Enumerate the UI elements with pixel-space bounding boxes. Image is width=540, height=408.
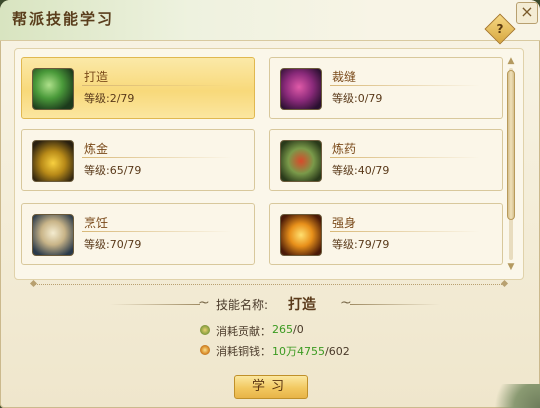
name-underline (330, 85, 480, 86)
window-title: 帮派技能学习 (12, 10, 115, 28)
copper-coin-icon (200, 345, 210, 355)
skill-card-pharmacy[interactable]: 炼药 等级:40/79 (269, 129, 503, 191)
dumpling-steamer-icon (32, 214, 74, 256)
skill-name: 烹饪 (84, 216, 109, 230)
contribution-label: 消耗贡献： (216, 325, 271, 338)
contribution-value: 265/0 (272, 323, 304, 336)
flourish-right (350, 304, 440, 305)
learn-button[interactable]: 学习 (234, 375, 308, 399)
skill-name-label: 技能名称: (216, 298, 269, 312)
selected-skill-name: 打造 (288, 297, 316, 313)
skill-name: 强身 (332, 216, 357, 230)
skill-level: 等级:79/79 (332, 238, 390, 251)
skill-level: 等级:65/79 (84, 164, 142, 177)
herbal-medicine-icon (280, 140, 322, 182)
name-underline (330, 157, 480, 158)
name-underline (82, 85, 232, 86)
corner-decoration (480, 384, 540, 408)
guild-skill-window: 帮派技能学习 × ? 打造 等级:2/79 裁缝 等级:0/79 炼金 等级:6… (0, 0, 540, 408)
skill-card-cooking[interactable]: 烹饪 等级:70/79 (21, 203, 255, 265)
skill-name: 炼药 (332, 142, 357, 156)
name-underline (82, 231, 232, 232)
skill-level: 等级:2/79 (84, 92, 135, 105)
name-underline (330, 231, 480, 232)
skill-name: 裁缝 (332, 70, 357, 84)
skill-level: 等级:0/79 (332, 92, 383, 105)
skill-list-scrollbar[interactable]: ▲ ▼ (506, 56, 516, 272)
skill-level: 等级:70/79 (84, 238, 142, 251)
fiery-strength-icon (280, 214, 322, 256)
skill-list: 打造 等级:2/79 裁缝 等级:0/79 炼金 等级:65/79 炼药 等级:… (14, 48, 524, 280)
scroll-down-arrow-icon[interactable]: ▼ (506, 262, 516, 272)
skill-name: 打造 (84, 70, 109, 84)
forging-hammer-icon (32, 68, 74, 110)
money-value: 10万4755/602 (272, 345, 350, 358)
section-divider (34, 284, 504, 286)
skill-name: 炼金 (84, 142, 109, 156)
close-button[interactable]: × (516, 2, 538, 24)
scroll-thumb[interactable] (507, 70, 515, 220)
skill-card-alchemy[interactable]: 炼金 等级:65/79 (21, 129, 255, 191)
curl-right-ornament: ~ (340, 295, 352, 311)
question-icon: ? (496, 22, 504, 36)
alchemy-flask-icon (32, 140, 74, 182)
sewing-thread-icon (280, 68, 322, 110)
contribution-badge-icon (200, 325, 210, 335)
skill-card-forging[interactable]: 打造 等级:2/79 (21, 57, 255, 119)
title-bar: 帮派技能学习 (0, 0, 540, 41)
curl-left-ornament: ~ (198, 295, 210, 311)
money-label: 消耗铜钱： (216, 345, 271, 358)
flourish-left (110, 304, 200, 305)
scroll-up-arrow-icon[interactable]: ▲ (506, 56, 516, 66)
selected-skill-header: ~ 技能名称: 打造 ~ (0, 294, 540, 316)
name-underline (82, 157, 232, 158)
skill-card-fitness[interactable]: 强身 等级:79/79 (269, 203, 503, 265)
skill-level: 等级:40/79 (332, 164, 390, 177)
skill-card-tailoring[interactable]: 裁缝 等级:0/79 (269, 57, 503, 119)
